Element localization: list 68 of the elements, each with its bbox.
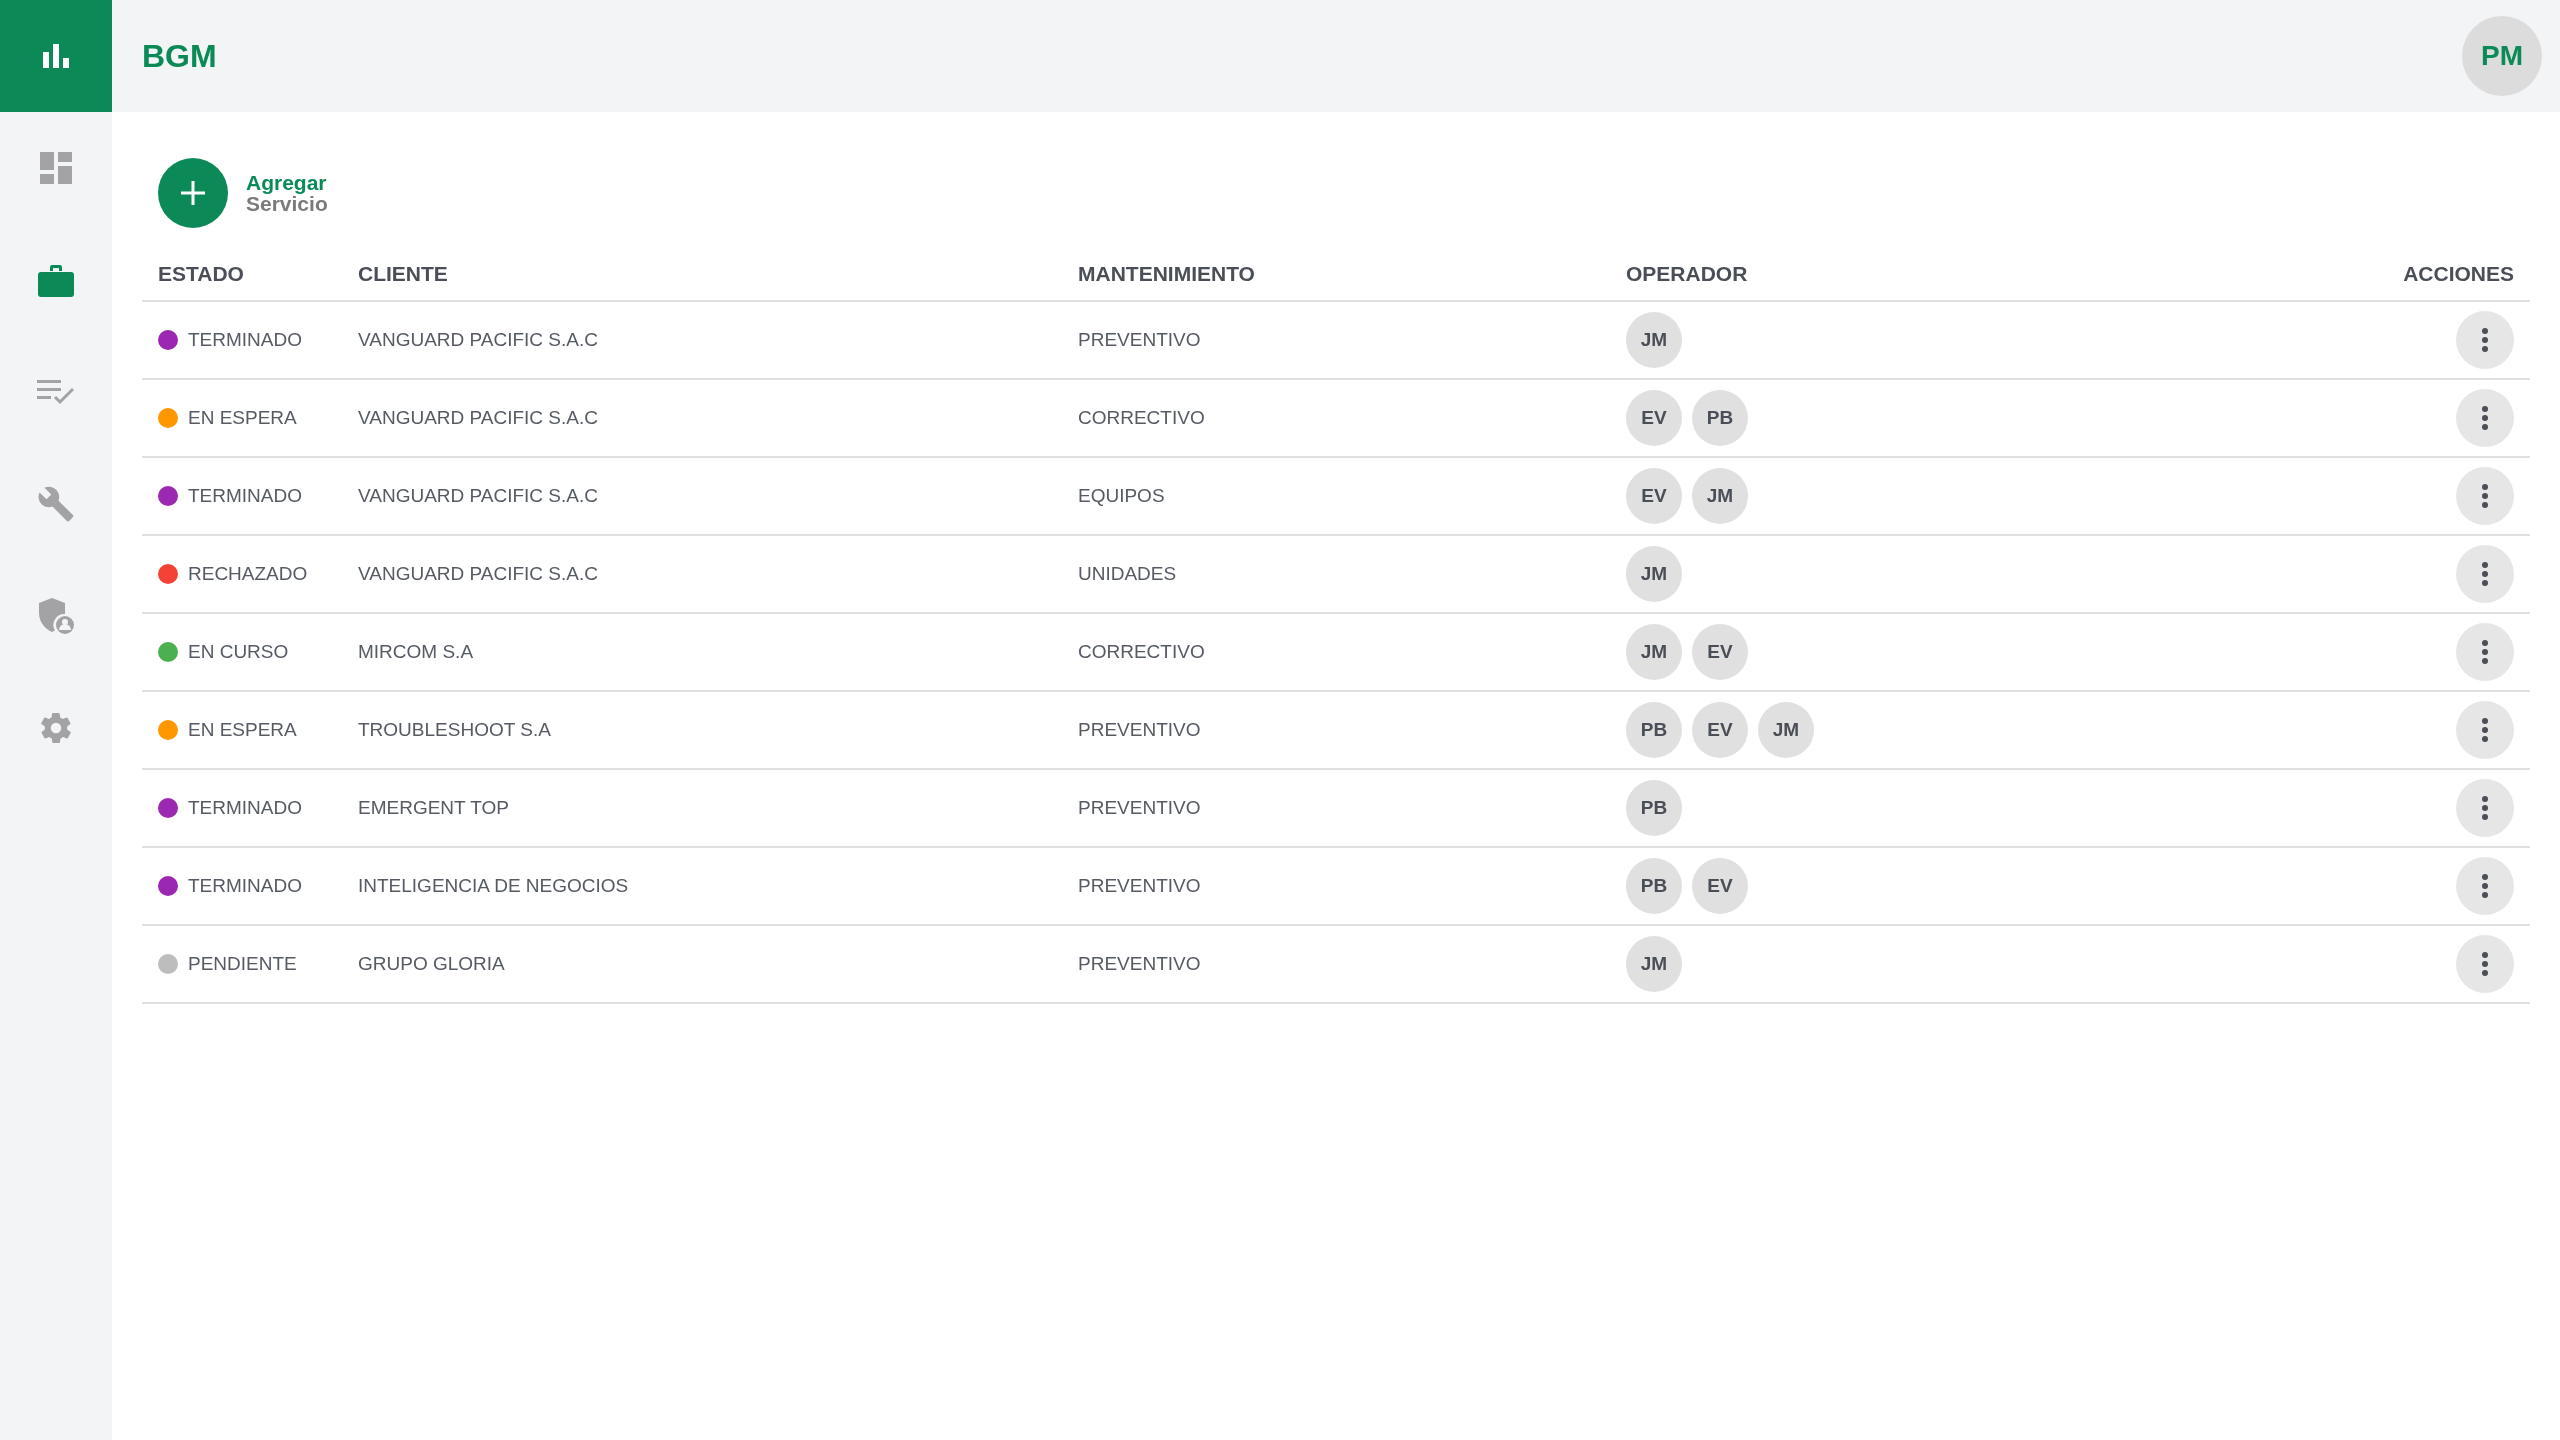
maintenance-type: UNIDADES <box>1078 563 1177 585</box>
maintenance-type: PREVENTIVO <box>1078 329 1201 351</box>
column-header: OPERADOR <box>1626 262 1749 286</box>
operator-avatar: EV <box>1692 858 1748 914</box>
more-vertical-icon <box>2482 640 2488 664</box>
column-header: MANTENIMIENTO <box>1078 262 1256 286</box>
client-name: GRUPO GLORIA <box>358 953 505 975</box>
operator-avatar: JM <box>1626 624 1682 680</box>
operator-avatar: JM <box>1626 312 1682 368</box>
client-name: EMERGENT TOP <box>358 797 509 819</box>
bar-chart-icon <box>41 42 71 70</box>
more-vertical-icon <box>2482 718 2488 742</box>
more-vertical-icon <box>2482 952 2488 976</box>
operator-avatar: PB <box>1692 390 1748 446</box>
operator-avatar: EV <box>1626 390 1682 446</box>
column-header: ESTADO <box>157 262 245 286</box>
client-name: MIRCOM S.A <box>358 641 474 663</box>
status-text: EN ESPERA <box>188 719 297 741</box>
status-text: TERMINADO <box>188 875 302 897</box>
status-text: TERMINADO <box>188 485 302 507</box>
status-text: EN CURSO <box>188 641 289 663</box>
status-text: TERMINADO <box>188 329 302 351</box>
operator-avatar: PB <box>1626 780 1682 836</box>
client-name: VANGUARD PACIFIC S.A.C <box>358 329 598 351</box>
column-header: ACCIONES <box>2402 262 2515 286</box>
wrench-icon <box>37 485 75 523</box>
operator-avatar: JM <box>1626 546 1682 602</box>
client-name: INTELIGENCIA DE NEGOCIOS <box>358 875 629 897</box>
client-name: VANGUARD PACIFIC S.A.C <box>358 563 598 585</box>
maintenance-type: PREVENTIVO <box>1078 953 1201 975</box>
status-text: PENDIENTE <box>188 953 297 975</box>
maintenance-type: EQUIPOS <box>1078 485 1165 507</box>
operator-avatar: JM <box>1626 936 1682 992</box>
operator-avatar: EV <box>1626 468 1682 524</box>
maintenance-type: PREVENTIVO <box>1078 719 1201 741</box>
checklist-icon <box>37 378 75 406</box>
status-text: EN ESPERA <box>188 407 297 429</box>
briefcase-icon <box>38 263 74 297</box>
more-vertical-icon <box>2482 406 2488 430</box>
shield-user-icon <box>38 597 74 635</box>
maintenance-type: PREVENTIVO <box>1078 797 1201 819</box>
status-text: TERMINADO <box>188 797 302 819</box>
operator-avatar: JM <box>1692 468 1748 524</box>
more-vertical-icon <box>2482 562 2488 586</box>
operator-avatar: JM <box>1758 702 1814 758</box>
add-sublabel[interactable]: Servicio <box>246 193 328 214</box>
client-name: VANGUARD PACIFIC S.A.C <box>358 485 598 507</box>
more-vertical-icon <box>2482 796 2488 820</box>
operator-avatar: PB <box>1626 702 1682 758</box>
status-text: RECHAZADO <box>188 563 308 585</box>
brand-title: BGM <box>142 37 217 75</box>
more-vertical-icon <box>2482 484 2488 508</box>
maintenance-type: CORRECTIVO <box>1078 641 1205 663</box>
operator-avatar: EV <box>1692 624 1748 680</box>
column-header: CLIENTE <box>358 262 449 286</box>
more-vertical-icon <box>2482 874 2488 898</box>
more-vertical-icon <box>2482 328 2488 352</box>
settings-icon <box>38 710 74 746</box>
maintenance-type: CORRECTIVO <box>1078 407 1205 429</box>
maintenance-type: PREVENTIVO <box>1078 875 1201 897</box>
operator-avatar: PB <box>1626 858 1682 914</box>
client-name: VANGUARD PACIFIC S.A.C <box>358 407 598 429</box>
client-name: TROUBLESHOOT S.A <box>358 719 551 741</box>
operator-avatar: EV <box>1692 702 1748 758</box>
add-label[interactable]: Agregar <box>246 172 328 193</box>
user-avatar[interactable]: PM <box>2462 16 2542 96</box>
plus-icon <box>179 179 207 207</box>
dashboard-icon <box>39 151 73 185</box>
